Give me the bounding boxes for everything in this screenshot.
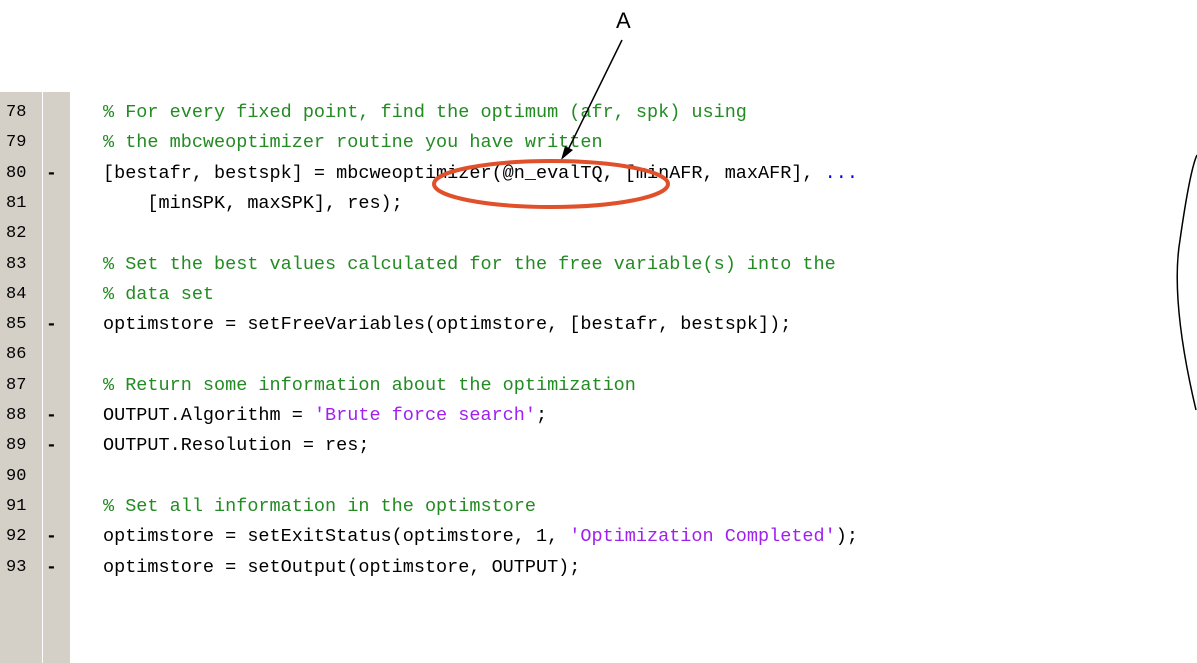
code-comment: % data set — [103, 283, 215, 305]
code-token: [minSPK, maxSPK], res); — [103, 192, 403, 214]
code-line[interactable]: 82 — [0, 219, 1197, 249]
breakpoint-marker[interactable]: - — [46, 159, 57, 189]
code-comment: % For every fixed point, find the optimu… — [103, 102, 747, 123]
code-line[interactable]: 91 % Set all information in the optimstor… — [0, 492, 1197, 522]
code-line[interactable]: 84 % data set — [0, 280, 1197, 310]
code-line[interactable]: 87 % Return some information about the op… — [0, 371, 1197, 401]
breakpoint-marker[interactable]: - — [46, 310, 57, 340]
code-token: OUTPUT.Resolution = res; — [103, 435, 370, 457]
line-number: 79 — [6, 133, 27, 153]
line-number: 84 — [6, 284, 27, 304]
code-text[interactable]: OUTPUT.Resolution = res; — [103, 431, 369, 461]
code-line[interactable]: 90 — [0, 462, 1197, 492]
code-text[interactable]: [bestafr, bestspk] = mbcweoptimizer(@n_e… — [103, 159, 858, 189]
code-text[interactable]: OUTPUT.Algorithm = 'Brute force search'; — [103, 401, 547, 431]
code-continuation: ... — [824, 162, 858, 184]
code-comment: % Set all information in the optimstore — [103, 495, 536, 517]
breakpoint-marker[interactable]: - — [46, 431, 57, 461]
code-text[interactable]: optimstore = setOutput(optimstore, OUTPU… — [103, 553, 580, 583]
line-number: 86 — [6, 345, 27, 365]
code-token: OUTPUT.Algorithm = — [103, 405, 314, 426]
line-number: 88 — [6, 406, 27, 425]
code-line[interactable]: 88- OUTPUT.Algorithm = 'Brute force searc… — [0, 401, 1197, 431]
line-number: 82 — [6, 224, 27, 244]
line-number: 87 — [6, 375, 27, 395]
code-line[interactable]: 89- OUTPUT.Resolution = res; — [0, 431, 1197, 461]
line-number: 80 — [6, 163, 27, 183]
code-line[interactable]: 83 % Set the best values calculated for t… — [0, 250, 1197, 280]
code-token: optimstore = setFreeVariables(optimstore… — [103, 314, 792, 336]
code-line[interactable]: 79 % the mbcweoptimizer routine you have … — [0, 128, 1197, 158]
code-text[interactable]: optimstore = setExitStatus(optimstore, 1… — [103, 522, 858, 552]
code-line[interactable]: 93- optimstore = setOutput(optimstore, OU… — [0, 553, 1197, 583]
code-text[interactable]: optimstore = setFreeVariables(optimstore… — [103, 310, 791, 340]
code-token: optimstore = setExitStatus(optimstore, 1… — [103, 526, 570, 548]
code-comment: % Set the best values calculated for the… — [103, 253, 836, 275]
breakpoint-marker[interactable]: - — [46, 401, 57, 431]
code-text[interactable]: [minSPK, maxSPK], res); — [103, 189, 403, 219]
breakpoint-marker[interactable]: - — [46, 553, 57, 583]
code-line[interactable]: 86 — [0, 340, 1197, 370]
code-token: optimstore = setOutput(optimstore, OUTPU… — [103, 556, 581, 578]
breakpoint-marker[interactable]: - — [46, 522, 57, 552]
line-number: 91 — [6, 496, 27, 516]
code-text[interactable]: % the mbcweoptimizer routine you have wr… — [103, 128, 603, 158]
code-text[interactable]: % For every fixed point, find the optimu… — [103, 98, 747, 128]
code-text[interactable]: % data set — [103, 280, 214, 310]
code-token: ); — [835, 526, 858, 548]
code-comment: % Return some information about the opti… — [103, 374, 636, 396]
code-token: [bestafr, bestspk] = mbcweoptimizer(@n_e… — [103, 162, 825, 184]
code-line[interactable]: 78 % For every fixed point, find the opti… — [0, 98, 1197, 128]
line-number: 89 — [6, 436, 27, 456]
line-number: 90 — [6, 466, 27, 486]
code-line[interactable]: 92- optimstore = setExitStatus(optimstore… — [0, 522, 1197, 552]
code-comment: % the mbcweoptimizer routine you have wr… — [103, 132, 603, 154]
line-number: 93 — [6, 557, 27, 577]
line-number: 83 — [6, 254, 27, 274]
code-text[interactable]: % Set the best values calculated for the… — [103, 250, 836, 280]
code-string: 'Brute force search' — [313, 405, 536, 426]
code-line[interactable]: 85- optimstore = setFreeVariables(optimst… — [0, 310, 1197, 340]
code-token: ; — [535, 405, 548, 426]
callout-label-a: A — [616, 8, 631, 33]
code-text[interactable]: % Return some information about the opti… — [103, 371, 636, 401]
line-number: 81 — [6, 193, 27, 213]
line-number: 78 — [6, 103, 27, 122]
code-line[interactable]: 80- [bestafr, bestspk] = mbcweoptimizer(@… — [0, 159, 1197, 189]
code-text[interactable]: % Set all information in the optimstore — [103, 492, 536, 522]
code-string: 'Optimization Completed' — [569, 526, 836, 548]
line-number: 85 — [6, 315, 27, 335]
code-line[interactable]: 81 [minSPK, maxSPK], res); — [0, 189, 1197, 219]
line-number: 92 — [6, 527, 27, 547]
